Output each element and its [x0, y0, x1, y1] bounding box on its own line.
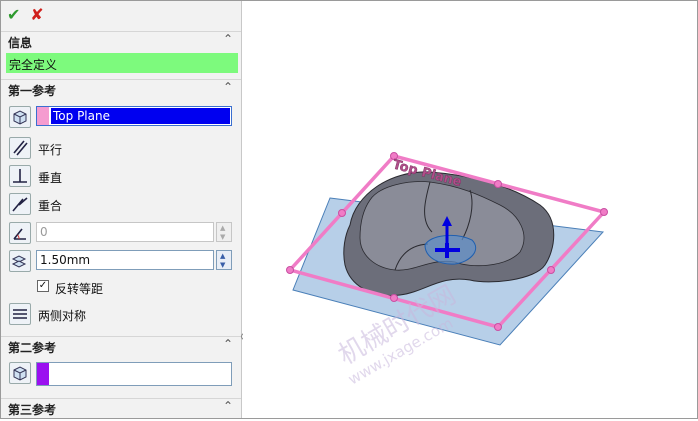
ok-cancel-bar: ✔ ✘	[7, 6, 50, 26]
ref1-selection-text: Top Plane	[51, 108, 230, 124]
chevron-up-icon[interactable]: ⌃	[223, 337, 233, 351]
status-text: 完全定义	[9, 58, 58, 72]
flip-offset-label: 反转等距	[55, 282, 104, 296]
graphics-area[interactable]: Top Plane 机械时代网 www.jxage.com	[243, 1, 697, 418]
angle-spinner[interactable]: ▲ ▼	[216, 222, 232, 242]
offset-distance-icon[interactable]	[9, 250, 31, 272]
section-info-title: 信息	[8, 36, 33, 50]
symmetric-label: 两侧对称	[38, 309, 87, 323]
chevron-up-icon[interactable]: ⌃	[223, 399, 233, 413]
section-ref1-header[interactable]: 第一参考 ⌃	[1, 79, 241, 100]
section-info-header[interactable]: 信息 ⌃	[1, 31, 241, 52]
option-coincident[interactable]: 重合	[1, 191, 241, 217]
ref2-selection-box[interactable]	[36, 362, 232, 386]
distance-row: 1.50mm ▲ ▼	[1, 248, 241, 274]
status-message: 完全定义	[6, 53, 238, 73]
spin-down-icon: ▼	[220, 261, 226, 269]
property-manager-panel: ✔ ✘ 信息 ⌃ 完全定义 第一参考 ⌃ Top Plane 平行 垂直 重合 …	[1, 1, 242, 418]
pink-swatch	[37, 107, 49, 125]
perpendicular-icon[interactable]	[9, 165, 31, 187]
ref1-selection-row: Top Plane	[1, 104, 241, 130]
plane-cube-icon	[9, 362, 31, 384]
ok-check-icon[interactable]: ✔	[7, 6, 20, 24]
model-view: Top Plane 机械时代网 www.jxage.com	[286, 152, 608, 388]
cancel-x-icon[interactable]: ✘	[30, 6, 43, 24]
flip-offset-row: ✓ 反转等距	[1, 275, 241, 301]
angle-icon[interactable]	[9, 222, 31, 244]
parallel-label: 平行	[38, 143, 63, 157]
ref2-selection-row	[1, 360, 241, 386]
option-perpendicular[interactable]: 垂直	[1, 163, 241, 189]
chevron-up-icon[interactable]: ⌃	[223, 32, 233, 46]
symmetric-row[interactable]: 两侧对称	[1, 301, 241, 327]
angle-input[interactable]: 0	[36, 222, 214, 242]
plane-cube-icon	[9, 106, 31, 128]
chevron-up-icon[interactable]: ⌃	[223, 80, 233, 94]
perpendicular-label: 垂直	[38, 171, 63, 185]
parallel-icon[interactable]	[9, 137, 31, 159]
mid-plane-icon[interactable]	[9, 303, 31, 325]
spin-up-icon: ▲	[220, 224, 226, 232]
section-ref3-title: 第三参考	[8, 403, 57, 417]
spin-down-icon: ▼	[220, 233, 226, 241]
section-ref2-title: 第二参考	[8, 341, 57, 355]
distance-spinner[interactable]: ▲ ▼	[216, 250, 232, 270]
purple-swatch	[37, 363, 49, 385]
coincident-label: 重合	[38, 199, 63, 213]
section-ref1-title: 第一参考	[8, 84, 57, 98]
coincident-icon[interactable]	[9, 193, 31, 215]
flip-offset-checkbox[interactable]: ✓	[37, 280, 49, 292]
section-ref3-header[interactable]: 第三参考 ⌃	[1, 398, 241, 419]
ref1-selection-box[interactable]: Top Plane	[36, 106, 232, 126]
angle-row: 0 ▲ ▼	[1, 220, 241, 246]
distance-input[interactable]: 1.50mm	[36, 250, 214, 270]
option-parallel[interactable]: 平行	[1, 135, 241, 161]
spin-up-icon: ▲	[220, 252, 226, 260]
section-ref2-header[interactable]: 第二参考 ⌃	[1, 336, 241, 357]
